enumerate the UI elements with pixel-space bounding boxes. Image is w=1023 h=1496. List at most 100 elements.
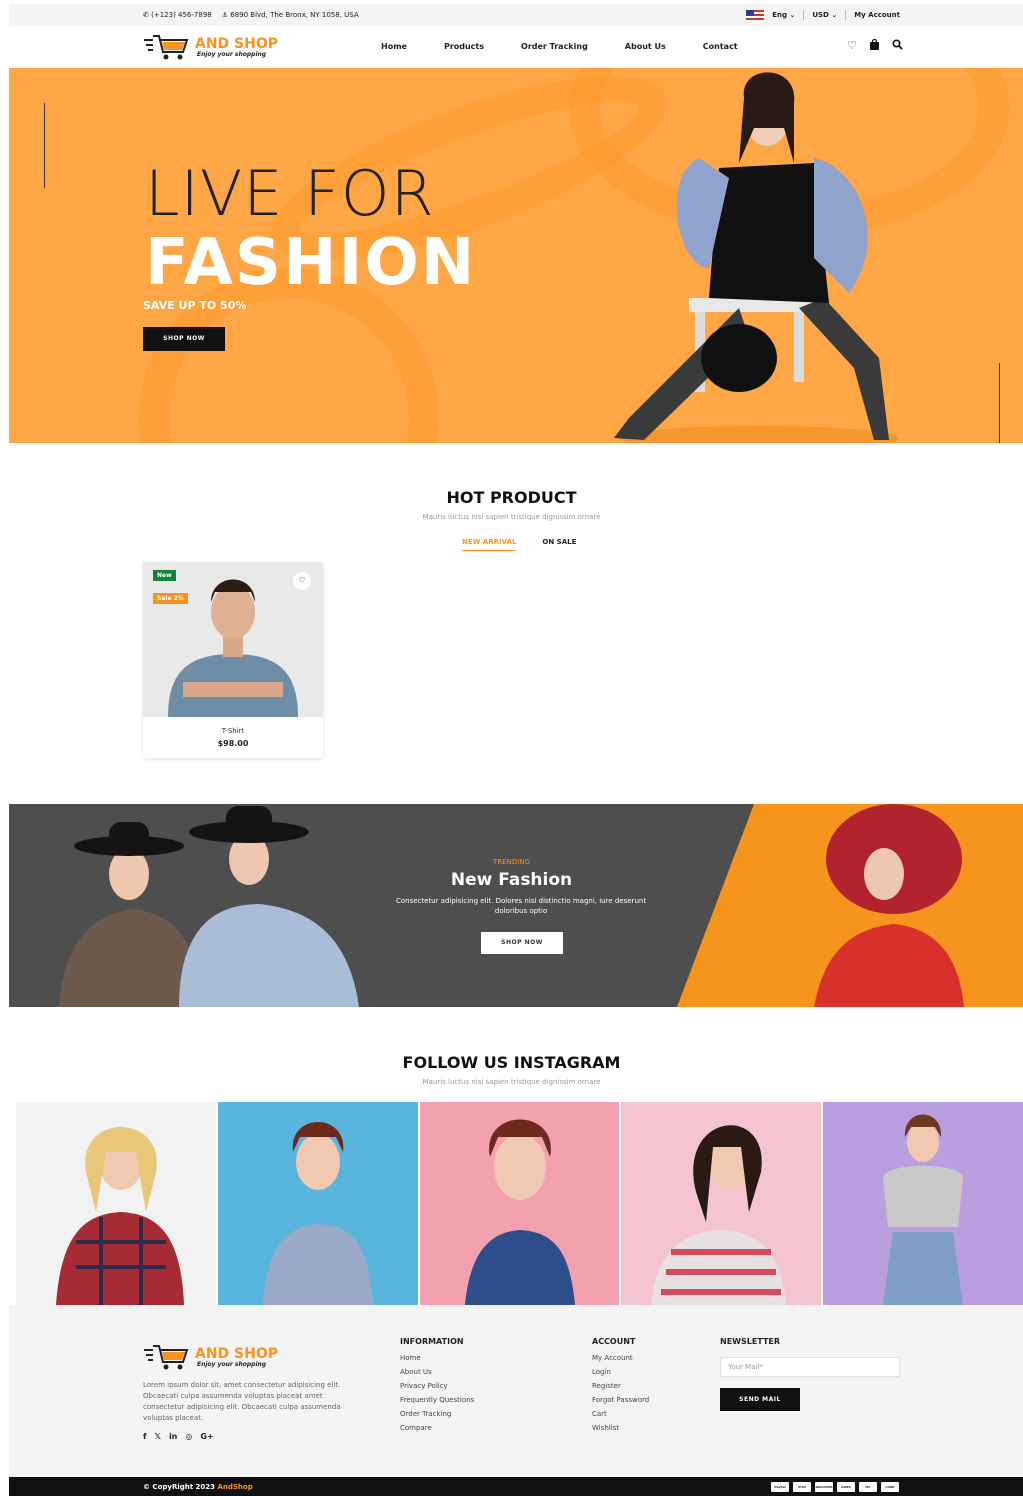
instagram-photo (464, 1119, 575, 1305)
footer-brand-tagline: Enjoy your shopping (197, 1360, 267, 1368)
hero-banner: LIVE FOR FASHION SAVE UP TO 50% SHOP NOW (9, 68, 1023, 443)
product-image[interactable]: New Sale 2% ♡ (143, 562, 323, 717)
address-info: ⚓ 6890 Blvd, The Bronx, NY 1058, USA (221, 11, 359, 19)
footer-link-faq[interactable]: Frequently Questions (400, 1396, 474, 1404)
trending-title: New Fashion (450, 870, 573, 890)
footer-link-home[interactable]: Home (400, 1354, 474, 1362)
product-card[interactable]: New Sale 2% ♡ T-Shirt $98.00 (143, 562, 323, 758)
footer-link-wishlist[interactable]: Wishlist (592, 1424, 649, 1432)
send-mail-button[interactable]: SEND MAIL (720, 1388, 800, 1411)
footer-link-register[interactable]: Register (592, 1382, 649, 1390)
hero-model-image (614, 72, 899, 443)
divider (803, 10, 805, 20)
product-tabs: NEW ARRIVAL ON SALE (462, 538, 576, 551)
nav-order-tracking[interactable]: Order Tracking (521, 42, 588, 51)
decorative-line (44, 103, 45, 188)
facebook-icon[interactable]: f (143, 1432, 146, 1441)
us-flag-icon (746, 10, 765, 20)
trending-banner: TRENDING New Fashion Consectetur adipisi… (9, 804, 1023, 1007)
wishlist-heart-icon[interactable]: ♡ (293, 572, 311, 590)
instagram-gallery (16, 1102, 1023, 1305)
chevron-down-icon: ⌄ (831, 11, 838, 19)
footer: AND SHOP Enjoy your shopping Lorem ipsum… (9, 1305, 1023, 1477)
trending-shop-now-button[interactable]: SHOP NOW (481, 932, 563, 954)
cart-logo-icon (144, 35, 189, 60)
bag-icon[interactable] (869, 38, 880, 53)
newsletter-title: NEWSLETTER (720, 1337, 781, 1346)
nav-about-us[interactable]: About Us (625, 42, 666, 51)
footer-link-order-tracking[interactable]: Order Tracking (400, 1410, 474, 1418)
anchor-icon: ⚓ (221, 11, 229, 19)
instagram-title: FOLLOW US INSTAGRAM (402, 1053, 621, 1072)
hot-product-subtitle: Mauris luctus nisi sapien tristique dign… (422, 513, 601, 521)
newsletter-email-input[interactable]: Your Mail* (720, 1357, 900, 1377)
footer-brand-name: AND SHOP (195, 1345, 279, 1362)
hero-shop-now-button[interactable]: SHOP NOW (143, 327, 225, 351)
bottom-bar: © CopyRight 2023 AndShop PayPal VISA DIS… (9, 1477, 1023, 1496)
visa-icon: VISA (793, 1482, 811, 1492)
social-links: f 𝕏 in ◎ G+ (143, 1432, 214, 1441)
trending-model-right-image (814, 804, 964, 1007)
phone-info: ✆ (+123) 456-7898 (143, 11, 212, 19)
instagram-tile[interactable] (217, 1102, 420, 1305)
trending-label: TRENDING (493, 858, 530, 866)
main-nav: AND SHOP Enjoy your shopping Home Produc… (9, 26, 1023, 68)
top-bar: ✆ (+123) 456-7898 ⚓ 6890 Blvd, The Bronx… (9, 4, 1023, 26)
footer-information: INFORMATION Home About Us Privacy Policy… (400, 1337, 474, 1438)
badge-sale: Sale 2% (153, 593, 188, 604)
amex-icon: AMEX (837, 1482, 855, 1492)
chevron-down-icon: ⌄ (789, 11, 796, 19)
hero-heading-line1: LIVE FOR (145, 157, 435, 230)
linkedin-icon[interactable]: in (169, 1432, 177, 1441)
instagram-icon[interactable]: ◎ (185, 1432, 192, 1441)
instagram-tile[interactable] (16, 1102, 218, 1305)
nav-home[interactable]: Home (381, 42, 407, 51)
footer-account-title: ACCOUNT (592, 1337, 636, 1346)
topbar-right: Eng ⌄ USD ⌄ My Account (746, 10, 900, 20)
nav-menu: Home Products Order Tracking About Us Co… (381, 42, 775, 51)
footer-link-my-account[interactable]: My Account (592, 1354, 649, 1362)
hot-product-title: HOT PRODUCT (446, 488, 577, 507)
brand-name: AND SHOP (195, 35, 279, 52)
heart-icon[interactable]: ♡ (847, 39, 857, 53)
footer-about-text: Lorem ipsum dolor sit, amet consectetur … (143, 1381, 341, 1422)
product-price: $98.00 (217, 739, 249, 748)
discover-icon: DISCOVER (815, 1482, 833, 1492)
footer-link-compare[interactable]: Compare (400, 1424, 474, 1432)
mastercard-icon: MC (859, 1482, 877, 1492)
hero-heading-line2: FASHION (145, 226, 477, 300)
language-select[interactable]: Eng ⌄ (772, 11, 795, 19)
twitter-icon[interactable]: 𝕏 (154, 1432, 160, 1441)
instagram-photo (651, 1125, 787, 1305)
product-name[interactable]: T-Shirt (143, 727, 323, 735)
instagram-tile[interactable] (621, 1102, 824, 1305)
instagram-tile[interactable] (823, 1102, 1023, 1305)
currency-select[interactable]: USD ⌄ (812, 11, 837, 19)
nav-contact[interactable]: Contact (703, 42, 738, 51)
tab-on-sale[interactable]: ON SALE (542, 538, 576, 551)
instagram-photo (56, 1127, 184, 1305)
card-icon: CARD (881, 1482, 899, 1492)
footer-logo[interactable]: AND SHOP Enjoy your shopping (143, 1342, 278, 1372)
instagram-subtitle: Mauris luctus nisi sapien tristique dign… (422, 1078, 601, 1086)
footer-link-cart[interactable]: Cart (592, 1410, 649, 1418)
search-icon[interactable] (892, 39, 903, 53)
brand-tagline: Enjoy your shopping (197, 50, 267, 58)
google-plus-icon[interactable]: G+ (200, 1432, 213, 1441)
tab-new-arrival[interactable]: NEW ARRIVAL (462, 538, 517, 551)
instagram-photo (262, 1122, 373, 1305)
site-logo[interactable]: AND SHOP Enjoy your shopping (143, 32, 278, 62)
footer-link-privacy-policy[interactable]: Privacy Policy (400, 1382, 474, 1390)
instagram-tile[interactable] (419, 1102, 622, 1305)
nav-products[interactable]: Products (444, 42, 484, 51)
cart-logo-icon (144, 1345, 189, 1370)
trending-description: Consectetur adipisicing elit. Dolores ni… (395, 897, 647, 915)
paypal-icon: PayPal (771, 1482, 789, 1492)
footer-newsletter: NEWSLETTER (720, 1337, 780, 1354)
my-account-link[interactable]: My Account (854, 11, 900, 19)
copyright-brand[interactable]: AndShop (217, 1483, 252, 1491)
footer-link-about-us[interactable]: About Us (400, 1368, 474, 1376)
footer-information-title: INFORMATION (400, 1337, 464, 1346)
footer-link-forgot-password[interactable]: Forgot Password (592, 1396, 649, 1404)
footer-link-login[interactable]: Login (592, 1368, 649, 1376)
